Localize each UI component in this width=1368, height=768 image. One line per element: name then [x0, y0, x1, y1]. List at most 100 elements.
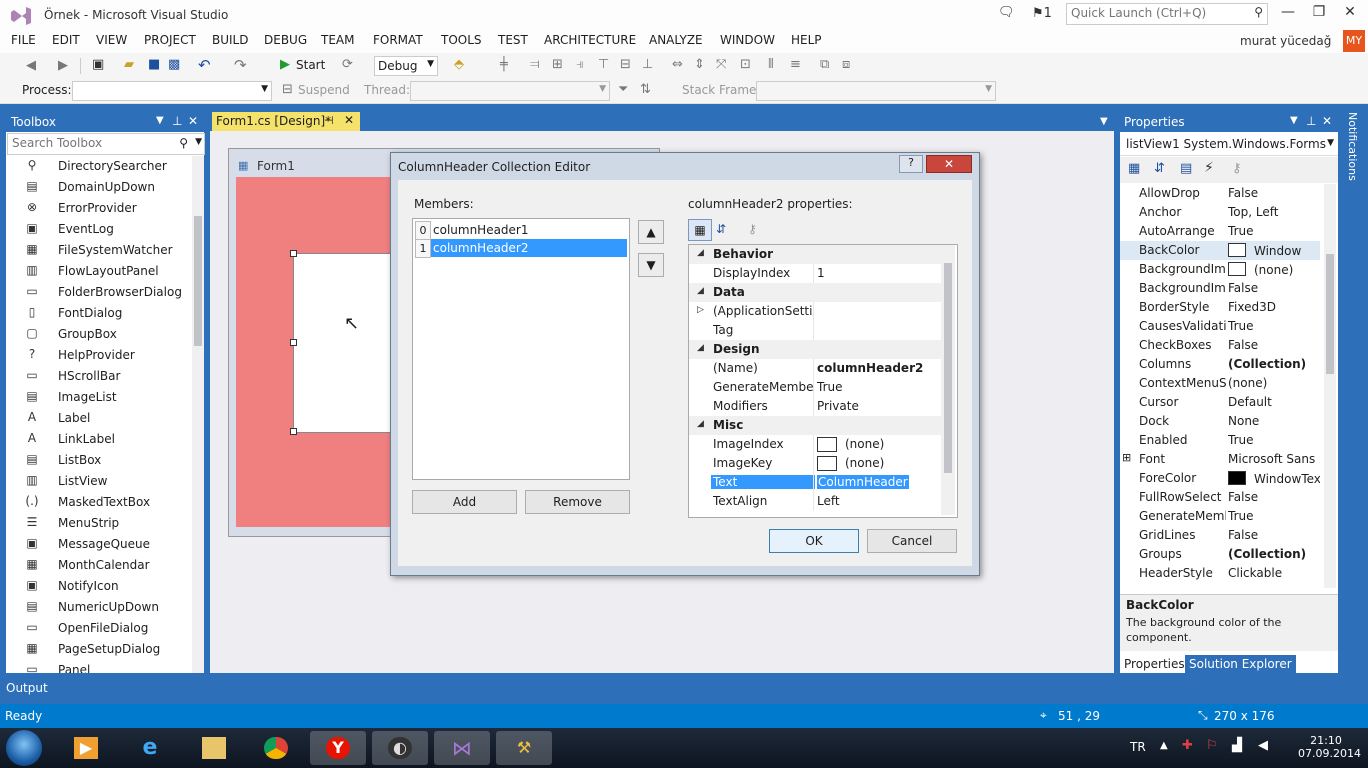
output-tab[interactable]: Output: [0, 678, 60, 698]
property-pages-icon[interactable]: ⚷: [1232, 161, 1242, 176]
clock[interactable]: 21:10 07.09.2014: [1298, 734, 1361, 760]
toolbox-item[interactable]: ▭ FolderBrowserDialog: [6, 282, 196, 303]
menu-view[interactable]: VIEW: [96, 33, 127, 47]
antivirus-icon[interactable]: ✚: [1182, 738, 1193, 753]
toolbox-item[interactable]: ☰ MenuStrip: [6, 513, 196, 534]
thread-select[interactable]: ▼: [410, 81, 610, 101]
menu-tools[interactable]: TOOLS: [441, 33, 482, 47]
property-row[interactable]: Columns (Collection): [1120, 355, 1320, 374]
toolbox-item[interactable]: ▭ Panel: [6, 660, 196, 673]
properties-icon[interactable]: ▤: [1180, 161, 1192, 176]
resize-handle[interactable]: [290, 339, 297, 346]
menu-architecture[interactable]: ARCHITECTURE: [544, 33, 636, 47]
quick-launch[interactable]: ⚲: [1066, 3, 1268, 25]
taskbar-explorer[interactable]: [186, 731, 242, 765]
toolbox-item[interactable]: ▯ FontDialog: [6, 303, 196, 324]
taskbar-visual-studio[interactable]: ⋈: [434, 731, 490, 765]
pin-icon[interactable]: ⊥: [1306, 114, 1316, 128]
toolbox-item[interactable]: ▭ OpenFileDialog: [6, 618, 196, 639]
toolbox-item[interactable]: ⊗ ErrorProvider: [6, 198, 196, 219]
show-hidden-icons-icon[interactable]: ▲: [1160, 740, 1168, 751]
property-row[interactable]: HeaderStyle Clickable: [1120, 564, 1320, 583]
member-item[interactable]: 0 columnHeader1: [415, 221, 627, 240]
alphabetical-icon[interactable]: ⇵: [1154, 161, 1165, 176]
collapse-icon[interactable]: ◢: [697, 343, 704, 353]
chevron-down-icon[interactable]: ▼: [1290, 115, 1298, 126]
cancel-button[interactable]: Cancel: [867, 529, 957, 553]
back-icon[interactable]: ◀: [26, 58, 36, 73]
property-value[interactable]: ColumnHeader: [817, 475, 909, 489]
resize-handle[interactable]: [290, 250, 297, 257]
grid-property-row[interactable]: Tag: [689, 321, 941, 340]
toolbox-item[interactable]: ▦ PageSetupDialog: [6, 639, 196, 660]
scrollbar-thumb[interactable]: [1326, 254, 1334, 374]
maximize-button[interactable]: ❐: [1305, 4, 1333, 24]
stack-frame-select[interactable]: ▼: [756, 81, 996, 101]
property-row[interactable]: Enabled True: [1120, 431, 1320, 450]
property-row[interactable]: BackgroundIma (none): [1120, 260, 1320, 279]
network-icon[interactable]: ▟: [1232, 738, 1242, 753]
grid-property-row[interactable]: DisplayIndex 1: [689, 264, 941, 283]
scrollbar-thumb[interactable]: [194, 216, 202, 346]
save-icon[interactable]: ■: [148, 57, 160, 72]
refresh-icon[interactable]: ⟳: [342, 57, 353, 72]
bring-front-icon[interactable]: ⧉: [820, 57, 829, 72]
notifications-tab[interactable]: Notifications: [1342, 104, 1368, 704]
configuration-select[interactable]: Debug ▼: [374, 56, 438, 76]
menu-edit[interactable]: EDIT: [52, 33, 80, 47]
grid-category[interactable]: ◢ Design: [689, 340, 941, 359]
save-all-icon[interactable]: ▩: [168, 57, 180, 72]
property-row[interactable]: AutoArrange True: [1120, 222, 1320, 241]
grid-property-row[interactable]: Text ColumnHeader: [689, 473, 941, 492]
start-icon[interactable]: ▶: [280, 57, 290, 72]
collapse-icon[interactable]: ◢: [697, 419, 704, 429]
expand-icon[interactable]: ▷: [697, 305, 704, 315]
notification-flag[interactable]: ⚑1: [1032, 6, 1052, 21]
categorized-icon[interactable]: ▦: [688, 219, 712, 241]
resize-handle[interactable]: [290, 428, 297, 435]
members-list[interactable]: 0 columnHeader1 1 columnHeader2: [412, 218, 630, 480]
tab-solution-explorer[interactable]: Solution Explorer: [1185, 655, 1296, 673]
tab-properties[interactable]: Properties: [1120, 655, 1189, 673]
align-left-icon[interactable]: ⫤: [530, 57, 540, 72]
taskbar-yandex[interactable]: Y: [310, 731, 366, 765]
grid-category[interactable]: ◢ Data: [689, 283, 941, 302]
grid-category[interactable]: ◢ Behavior: [689, 245, 941, 264]
align-top-icon[interactable]: ⊤: [598, 57, 609, 72]
toolbox-item[interactable]: ▥ ListView: [6, 471, 196, 492]
property-row[interactable]: GenerateMembeTrue: [1120, 507, 1320, 526]
member-item[interactable]: 1 columnHeader2: [415, 239, 627, 258]
taskbar-obs[interactable]: ◐: [372, 731, 428, 765]
toolbox-item[interactable]: (.) MaskedTextBox: [6, 492, 196, 513]
toolbox-item[interactable]: ▣ EventLog: [6, 219, 196, 240]
chevron-down-icon[interactable]: ▼: [1100, 116, 1108, 127]
forward-icon[interactable]: ▶: [58, 58, 68, 73]
taskbar-chrome[interactable]: [248, 731, 304, 765]
property-scrollbar[interactable]: [1324, 184, 1336, 588]
suspend-icon[interactable]: ⊟: [282, 82, 293, 97]
menu-analyze[interactable]: ANALYZE: [649, 33, 703, 47]
same-width-icon[interactable]: ⇔: [672, 57, 683, 72]
toolbox-search[interactable]: ⚲ ▼: [7, 133, 205, 155]
alphabetical-icon[interactable]: ⇵: [716, 222, 726, 236]
user-name[interactable]: murat yücedağ: [1240, 34, 1331, 48]
ok-button[interactable]: OK: [769, 529, 859, 553]
toolbox-item[interactable]: ▤ DomainUpDown: [6, 177, 196, 198]
volume-icon[interactable]: ◀: [1258, 738, 1268, 753]
filter-icon[interactable]: ⏷: [618, 82, 628, 97]
property-row[interactable]: ForeColor WindowText: [1120, 469, 1320, 488]
close-icon[interactable]: ✕: [344, 113, 354, 127]
vertical-spacing-icon[interactable]: ≡: [790, 57, 801, 72]
menu-debug[interactable]: DEBUG: [264, 33, 307, 47]
property-row[interactable]: Groups (Collection): [1120, 545, 1320, 564]
grid-scrollbar[interactable]: [941, 245, 955, 515]
menu-team[interactable]: TEAM: [321, 33, 354, 47]
menu-help[interactable]: HELP: [791, 33, 822, 47]
help-button[interactable]: ?: [899, 155, 923, 173]
scrollbar-thumb[interactable]: [944, 263, 952, 473]
move-down-button[interactable]: ▼: [638, 253, 664, 277]
pin-icon[interactable]: ⊣: [324, 114, 334, 127]
dialog-close-button[interactable]: ✕: [926, 155, 972, 173]
toolbox-item[interactable]: ▣ MessageQueue: [6, 534, 196, 555]
find-icon[interactable]: ⬘: [454, 57, 464, 72]
